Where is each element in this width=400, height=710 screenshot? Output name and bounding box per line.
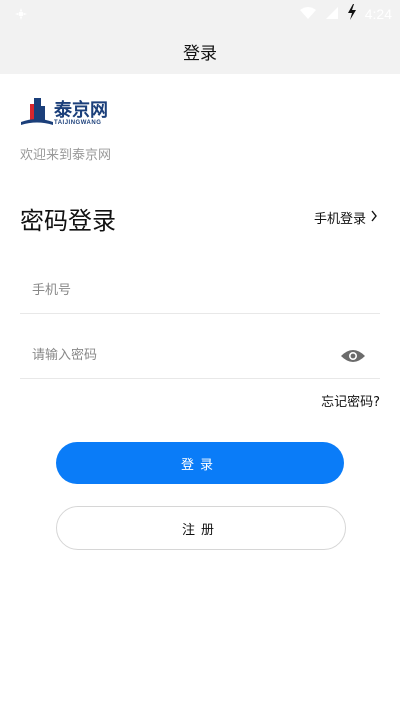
phone-input[interactable] — [32, 266, 332, 314]
welcome-text: 欢迎来到泰京网 — [20, 148, 112, 163]
login-heading: 密码登录 — [20, 207, 116, 235]
page-title: 登录 — [183, 43, 217, 64]
signal-icon — [325, 5, 339, 24]
register-button[interactable]: 注册 — [56, 506, 346, 550]
wifi-icon — [299, 5, 317, 24]
battery-charging-icon — [347, 4, 357, 24]
status-time: 4:24 — [364, 6, 392, 22]
password-field — [20, 331, 380, 379]
logo-building-icon — [21, 98, 53, 125]
eye-icon[interactable] — [340, 348, 366, 368]
forgot-password-link[interactable]: 忘记密码? — [321, 391, 380, 410]
nav-bar: 登录 — [0, 28, 400, 74]
status-bar: 4:24 — [0, 0, 400, 28]
phone-field — [20, 266, 380, 314]
notification-icon — [14, 6, 28, 25]
phone-login-label: 手机登录 — [313, 212, 366, 227]
chevron-right-icon — [370, 210, 378, 226]
password-input[interactable] — [32, 331, 332, 379]
logo-subtext: TAIJINGWANG — [54, 120, 102, 126]
phone-login-link[interactable]: 手机登录 — [314, 208, 378, 227]
logo-text: 泰京网 — [54, 100, 108, 121]
login-button[interactable]: 登录 — [56, 442, 344, 484]
logo: 泰京网 TAIJINGWANG — [20, 96, 116, 132]
